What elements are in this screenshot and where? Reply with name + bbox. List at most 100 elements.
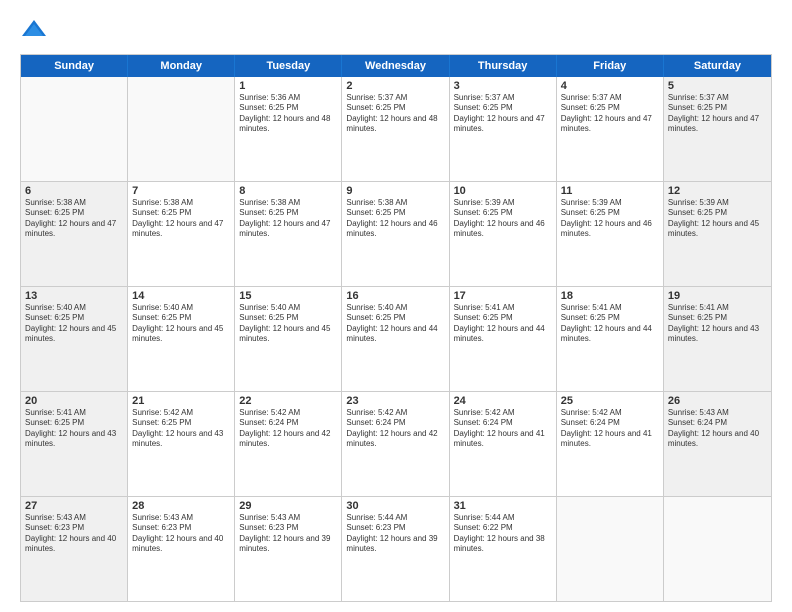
- cell-info: Sunrise: 5:40 AM Sunset: 6:25 PM Dayligh…: [346, 303, 444, 345]
- calendar-cell: 7Sunrise: 5:38 AM Sunset: 6:25 PM Daylig…: [128, 182, 235, 286]
- calendar-cell: 3Sunrise: 5:37 AM Sunset: 6:25 PM Daylig…: [450, 77, 557, 181]
- cell-info: Sunrise: 5:40 AM Sunset: 6:25 PM Dayligh…: [132, 303, 230, 345]
- calendar-cell: 21Sunrise: 5:42 AM Sunset: 6:25 PM Dayli…: [128, 392, 235, 496]
- cell-info: Sunrise: 5:39 AM Sunset: 6:25 PM Dayligh…: [561, 198, 659, 240]
- day-number: 12: [668, 185, 767, 197]
- day-number: 13: [25, 290, 123, 302]
- cell-info: Sunrise: 5:42 AM Sunset: 6:24 PM Dayligh…: [561, 408, 659, 450]
- calendar-cell: 23Sunrise: 5:42 AM Sunset: 6:24 PM Dayli…: [342, 392, 449, 496]
- calendar-cell: 19Sunrise: 5:41 AM Sunset: 6:25 PM Dayli…: [664, 287, 771, 391]
- header-day-tuesday: Tuesday: [235, 55, 342, 77]
- header-day-monday: Monday: [128, 55, 235, 77]
- cell-info: Sunrise: 5:40 AM Sunset: 6:25 PM Dayligh…: [239, 303, 337, 345]
- cell-info: Sunrise: 5:44 AM Sunset: 6:23 PM Dayligh…: [346, 513, 444, 555]
- day-number: 31: [454, 500, 552, 512]
- day-number: 18: [561, 290, 659, 302]
- day-number: 22: [239, 395, 337, 407]
- cell-info: Sunrise: 5:36 AM Sunset: 6:25 PM Dayligh…: [239, 93, 337, 135]
- header-day-wednesday: Wednesday: [342, 55, 449, 77]
- calendar-row-4: 27Sunrise: 5:43 AM Sunset: 6:23 PM Dayli…: [21, 496, 771, 601]
- cell-info: Sunrise: 5:42 AM Sunset: 6:25 PM Dayligh…: [132, 408, 230, 450]
- cell-info: Sunrise: 5:37 AM Sunset: 6:25 PM Dayligh…: [346, 93, 444, 135]
- day-number: 5: [668, 80, 767, 92]
- day-number: 30: [346, 500, 444, 512]
- cell-info: Sunrise: 5:43 AM Sunset: 6:23 PM Dayligh…: [239, 513, 337, 555]
- header: [20, 16, 772, 44]
- day-number: 8: [239, 185, 337, 197]
- day-number: 14: [132, 290, 230, 302]
- calendar-cell: 13Sunrise: 5:40 AM Sunset: 6:25 PM Dayli…: [21, 287, 128, 391]
- day-number: 1: [239, 80, 337, 92]
- cell-info: Sunrise: 5:37 AM Sunset: 6:25 PM Dayligh…: [454, 93, 552, 135]
- calendar-cell: 2Sunrise: 5:37 AM Sunset: 6:25 PM Daylig…: [342, 77, 449, 181]
- day-number: 20: [25, 395, 123, 407]
- day-number: 17: [454, 290, 552, 302]
- day-number: 6: [25, 185, 123, 197]
- header-day-thursday: Thursday: [450, 55, 557, 77]
- calendar-cell: 31Sunrise: 5:44 AM Sunset: 6:22 PM Dayli…: [450, 497, 557, 601]
- calendar-header: SundayMondayTuesdayWednesdayThursdayFrid…: [21, 55, 771, 77]
- cell-info: Sunrise: 5:42 AM Sunset: 6:24 PM Dayligh…: [239, 408, 337, 450]
- calendar-cell: 1Sunrise: 5:36 AM Sunset: 6:25 PM Daylig…: [235, 77, 342, 181]
- calendar-body: 1Sunrise: 5:36 AM Sunset: 6:25 PM Daylig…: [21, 77, 771, 601]
- calendar-cell: 12Sunrise: 5:39 AM Sunset: 6:25 PM Dayli…: [664, 182, 771, 286]
- cell-info: Sunrise: 5:41 AM Sunset: 6:25 PM Dayligh…: [25, 408, 123, 450]
- calendar-cell: [128, 77, 235, 181]
- calendar-row-2: 13 Sunrise: 5:40 AM Sunset: 6:25 PM Dayli…: [21, 286, 771, 391]
- cell-info: Sunrise: 5:38 AM Sunset: 6:25 PM Dayligh…: [132, 198, 230, 240]
- day-number: 9: [346, 185, 444, 197]
- cell-info: Sunrise: 5:41 AM Sunset: 6:25 PM Dayligh…: [561, 303, 659, 345]
- calendar-cell: 27Sunrise: 5:43 AM Sunset: 6:23 PM Dayli…: [21, 497, 128, 601]
- day-number: 25: [561, 395, 659, 407]
- calendar-cell: 30Sunrise: 5:44 AM Sunset: 6:23 PM Dayli…: [342, 497, 449, 601]
- cell-info: Sunrise: 5:43 AM Sunset: 6:23 PM Dayligh…: [132, 513, 230, 555]
- calendar-cell: 11Sunrise: 5:39 AM Sunset: 6:25 PM Dayli…: [557, 182, 664, 286]
- cell-info: Sunrise: 5:38 AM Sunset: 6:25 PM Dayligh…: [346, 198, 444, 240]
- calendar-cell: 5Sunrise: 5:37 AM Sunset: 6:25 PM Daylig…: [664, 77, 771, 181]
- page: SundayMondayTuesdayWednesdayThursdayFrid…: [0, 0, 792, 612]
- day-number: 15: [239, 290, 337, 302]
- calendar-cell: 8Sunrise: 5:38 AM Sunset: 6:25 PM Daylig…: [235, 182, 342, 286]
- calendar-cell: 15Sunrise: 5:40 AM Sunset: 6:25 PM Dayli…: [235, 287, 342, 391]
- cell-info: Sunrise: 5:38 AM Sunset: 6:25 PM Dayligh…: [25, 198, 123, 240]
- day-number: 19: [668, 290, 767, 302]
- calendar-cell: 10Sunrise: 5:39 AM Sunset: 6:25 PM Dayli…: [450, 182, 557, 286]
- calendar-row-3: 20Sunrise: 5:41 AM Sunset: 6:25 PM Dayli…: [21, 391, 771, 496]
- calendar-cell: 17Sunrise: 5:41 AM Sunset: 6:25 PM Dayli…: [450, 287, 557, 391]
- calendar-cell: 6Sunrise: 5:38 AM Sunset: 6:25 PM Daylig…: [21, 182, 128, 286]
- day-number: 23: [346, 395, 444, 407]
- cell-info: Sunrise: 5:43 AM Sunset: 6:23 PM Dayligh…: [25, 513, 123, 555]
- calendar-cell: 16Sunrise: 5:40 AM Sunset: 6:25 PM Dayli…: [342, 287, 449, 391]
- day-number: 29: [239, 500, 337, 512]
- calendar-row-1: 6Sunrise: 5:38 AM Sunset: 6:25 PM Daylig…: [21, 181, 771, 286]
- cell-info: Sunrise: 5:41 AM Sunset: 6:25 PM Dayligh…: [454, 303, 552, 345]
- day-number: 16: [346, 290, 444, 302]
- day-number: 10: [454, 185, 552, 197]
- calendar-cell: 20Sunrise: 5:41 AM Sunset: 6:25 PM Dayli…: [21, 392, 128, 496]
- calendar-cell: 14Sunrise: 5:40 AM Sunset: 6:25 PM Dayli…: [128, 287, 235, 391]
- cell-info: Sunrise: 5:39 AM Sunset: 6:25 PM Dayligh…: [454, 198, 552, 240]
- cell-info: Sunrise: 5:44 AM Sunset: 6:22 PM Dayligh…: [454, 513, 552, 555]
- calendar-cell: 26Sunrise: 5:43 AM Sunset: 6:24 PM Dayli…: [664, 392, 771, 496]
- day-number: 28: [132, 500, 230, 512]
- cell-info: Sunrise: 5:39 AM Sunset: 6:25 PM Dayligh…: [668, 198, 767, 240]
- calendar: SundayMondayTuesdayWednesdayThursdayFrid…: [20, 54, 772, 602]
- logo: [20, 16, 52, 44]
- day-number: 26: [668, 395, 767, 407]
- header-day-sunday: Sunday: [21, 55, 128, 77]
- calendar-cell: 4Sunrise: 5:37 AM Sunset: 6:25 PM Daylig…: [557, 77, 664, 181]
- calendar-cell: 29Sunrise: 5:43 AM Sunset: 6:23 PM Dayli…: [235, 497, 342, 601]
- cell-info: Sunrise: 5:42 AM Sunset: 6:24 PM Dayligh…: [454, 408, 552, 450]
- calendar-row-0: 1Sunrise: 5:36 AM Sunset: 6:25 PM Daylig…: [21, 77, 771, 181]
- cell-info: Sunrise: 5:43 AM Sunset: 6:24 PM Dayligh…: [668, 408, 767, 450]
- calendar-cell: 22Sunrise: 5:42 AM Sunset: 6:24 PM Dayli…: [235, 392, 342, 496]
- day-number: 27: [25, 500, 123, 512]
- header-day-saturday: Saturday: [664, 55, 771, 77]
- cell-info: Sunrise: 5:41 AM Sunset: 6:25 PM Dayligh…: [668, 303, 767, 345]
- calendar-cell: 28Sunrise: 5:43 AM Sunset: 6:23 PM Dayli…: [128, 497, 235, 601]
- cell-info: Sunrise: 5:37 AM Sunset: 6:25 PM Dayligh…: [561, 93, 659, 135]
- day-number: 21: [132, 395, 230, 407]
- calendar-cell: 9Sunrise: 5:38 AM Sunset: 6:25 PM Daylig…: [342, 182, 449, 286]
- day-number: 24: [454, 395, 552, 407]
- calendar-cell: 18Sunrise: 5:41 AM Sunset: 6:25 PM Dayli…: [557, 287, 664, 391]
